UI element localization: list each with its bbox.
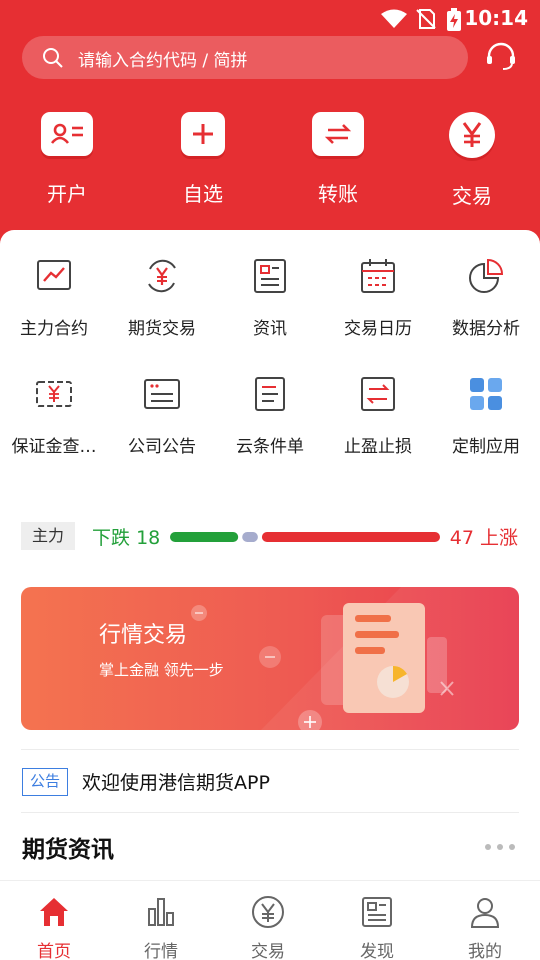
market-breadth-bar xyxy=(170,532,440,542)
newspaper-icon xyxy=(362,897,392,927)
no-sim-icon xyxy=(416,9,436,29)
bottom-tab-bar: 首页 行情 交易 发现 我的 xyxy=(0,880,540,960)
breadth-segment-flat xyxy=(242,532,258,542)
tab-label: 我的 xyxy=(468,942,502,960)
tab-label: 交易 xyxy=(251,942,285,960)
quick-action-label: 转账 xyxy=(318,182,358,206)
quick-action-label: 开户 xyxy=(47,182,87,206)
tab-profile[interactable]: 我的 xyxy=(445,895,525,960)
tab-label: 首页 xyxy=(37,942,71,960)
tab-label: 发现 xyxy=(360,942,394,960)
margin-bill-icon xyxy=(34,374,74,414)
grid-item-cloud-conditional-order[interactable]: 云条件单 xyxy=(216,374,324,457)
calendar-icon xyxy=(358,256,398,296)
quick-action-label: 交易 xyxy=(452,184,492,208)
quick-action-transfer[interactable]: 转账 xyxy=(300,112,376,207)
tab-label: 行情 xyxy=(144,942,178,960)
up-number: 47 xyxy=(449,527,474,549)
tab-discover[interactable]: 发现 xyxy=(337,895,417,960)
grid-item-label: 期货交易 xyxy=(128,319,196,339)
apps-grid-icon xyxy=(466,374,506,414)
banner-illustration xyxy=(191,587,519,730)
grid-item-data-analysis[interactable]: 数据分析 xyxy=(432,256,540,339)
status-time: 10:14 xyxy=(464,6,528,30)
grid-item-label: 云条件单 xyxy=(236,437,304,457)
grid-item-company-announcements[interactable]: 公司公告 xyxy=(108,374,216,457)
news-icon xyxy=(250,256,290,296)
grid-item-margin-query[interactable]: 保证金查… xyxy=(0,374,108,457)
search-input[interactable]: 请输入合约代码 / 简拼 xyxy=(22,36,468,79)
up-count: 47 上涨 xyxy=(450,523,518,550)
down-label: 下跌 xyxy=(92,527,131,549)
grid-item-trading-calendar[interactable]: 交易日历 xyxy=(324,256,432,339)
wifi-icon xyxy=(381,9,407,28)
grid-item-label: 数据分析 xyxy=(452,319,520,339)
banner-title: 行情交易 xyxy=(99,623,188,648)
quick-action-open-account[interactable]: 开户 xyxy=(29,112,105,207)
battery-charging-icon xyxy=(447,8,461,31)
grid-item-custom-apps[interactable]: 定制应用 xyxy=(432,374,540,457)
transfer-icon xyxy=(312,112,364,156)
divider xyxy=(21,812,519,813)
tab-quotes[interactable]: 行情 xyxy=(121,895,201,960)
up-label: 上涨 xyxy=(479,527,518,549)
pie-chart-icon xyxy=(466,256,506,296)
grid-item-label: 公司公告 xyxy=(128,437,196,457)
swap-icon xyxy=(358,374,398,414)
yen-cycle-icon xyxy=(142,256,182,296)
breadth-segment-down xyxy=(170,532,239,542)
document-icon xyxy=(250,374,290,414)
grid-item-news[interactable]: 资讯 xyxy=(216,256,324,339)
down-count: 下跌 18 xyxy=(92,523,160,550)
id-card-icon xyxy=(41,112,93,156)
status-bar: 10:14 xyxy=(0,0,540,36)
grid-item-label: 止盈止损 xyxy=(344,437,412,457)
grid-item-label: 资讯 xyxy=(253,319,287,339)
main-contract-tag: 主力 xyxy=(21,522,75,550)
announcement-icon xyxy=(142,374,182,414)
customer-service-icon[interactable] xyxy=(484,40,518,74)
banner-subtitle: 掌上金融 领先一步 xyxy=(99,661,224,679)
quick-action-label: 自选 xyxy=(183,182,223,206)
grid-item-futures-trading[interactable]: 期货交易 xyxy=(108,256,216,339)
more-icon[interactable] xyxy=(484,843,516,851)
grid-item-main-contracts[interactable]: 主力合约 xyxy=(0,256,108,339)
grid-item-label: 保证金查… xyxy=(11,437,97,457)
home-icon xyxy=(40,898,68,926)
divider xyxy=(21,749,519,750)
tab-trade[interactable]: 交易 xyxy=(228,895,308,960)
notice-text[interactable]: 欢迎使用港信期货APP xyxy=(82,768,270,795)
plus-icon xyxy=(181,112,225,156)
yen-icon xyxy=(449,112,495,158)
grid-item-label: 主力合约 xyxy=(20,319,88,339)
section-title-futures-news: 期货资讯 xyxy=(22,837,114,863)
grid-item-label: 定制应用 xyxy=(452,437,520,457)
grid-item-label: 交易日历 xyxy=(344,319,412,339)
notice-tag: 公告 xyxy=(22,768,68,796)
user-icon xyxy=(470,898,500,928)
tab-home[interactable]: 首页 xyxy=(14,895,94,960)
bar-chart-icon xyxy=(148,898,174,926)
yen-circle-icon xyxy=(252,896,284,928)
search-icon xyxy=(43,48,63,68)
trend-chart-icon xyxy=(34,256,74,296)
breadth-segment-up xyxy=(261,532,440,542)
down-number: 18 xyxy=(136,527,161,549)
search-placeholder: 请输入合约代码 / 简拼 xyxy=(78,51,248,71)
quick-action-trade[interactable]: 交易 xyxy=(434,112,510,209)
promo-banner[interactable]: 行情交易 掌上金融 领先一步 xyxy=(21,587,519,730)
quick-action-watchlist[interactable]: 自选 xyxy=(165,112,241,207)
grid-item-stop-profit-loss[interactable]: 止盈止损 xyxy=(324,374,432,457)
